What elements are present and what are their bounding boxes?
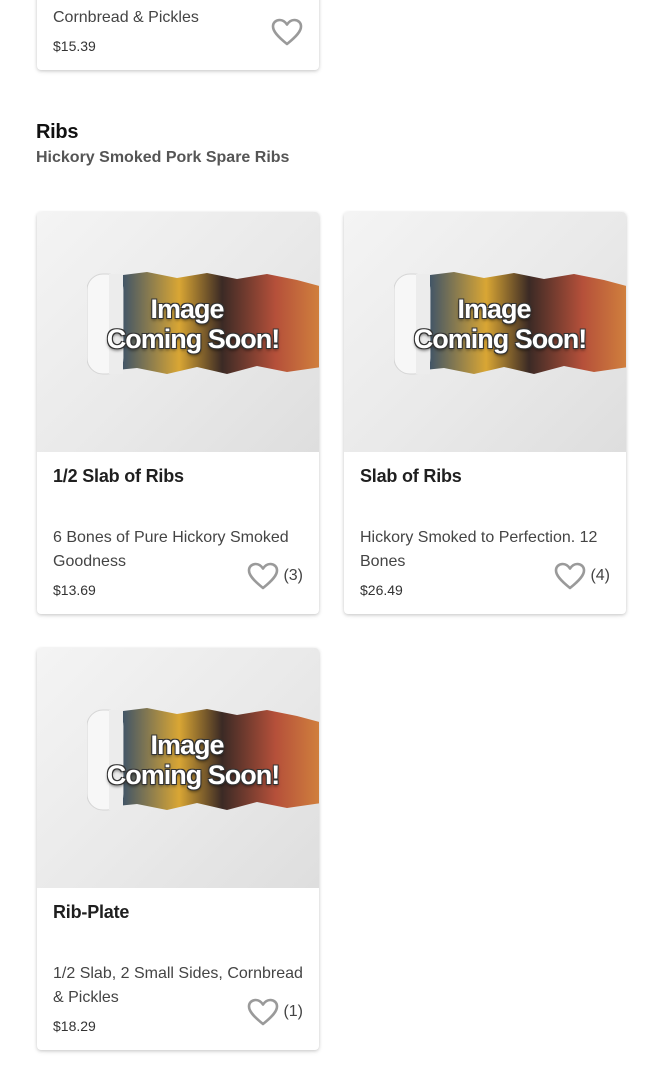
placeholder-text-line1: Image (457, 294, 531, 324)
favorite-button[interactable]: (4) (554, 562, 610, 590)
favorite-button[interactable] (271, 18, 303, 46)
placeholder-image: Image Coming Soon! (344, 212, 626, 452)
favorite-count: (3) (283, 567, 303, 584)
favorite-count: (1) (283, 1003, 303, 1020)
heart-outline-icon (555, 562, 586, 590)
favorite-button[interactable]: (3) (247, 562, 303, 590)
placeholder-text-line2: Coming Soon! (413, 324, 587, 354)
menu-item-description: Cornbread & Pickles (53, 9, 199, 26)
placeholder-text-line2: Coming Soon! (106, 324, 280, 354)
heart-outline-icon (248, 562, 279, 590)
heart-outline-icon (248, 998, 279, 1026)
menu-item-title: 1/2 Slab of Ribs (53, 466, 184, 486)
section-subtitle: Hickory Smoked Pork Spare Ribs (36, 149, 290, 166)
section-title: Ribs (36, 121, 79, 143)
menu-item-card-previous[interactable]: Cornbread & Pickles $15.39 (37, 0, 319, 70)
menu-item-title: Rib-Plate (53, 902, 130, 922)
menu-item-card[interactable]: Image Coming Soon! Rib-Plate 1/2 Slab, 2… (37, 648, 319, 1050)
favorite-button[interactable]: (1) (247, 998, 303, 1026)
menu-item-title: Slab of Ribs (360, 466, 462, 486)
heart-outline-icon (271, 18, 303, 46)
favorite-count: (4) (590, 567, 610, 584)
menu-item-price: $15.39 (53, 38, 96, 54)
placeholder-image: Image Coming Soon! (37, 212, 319, 452)
placeholder-image: Image Coming Soon! (37, 648, 319, 888)
placeholder-text-line1: Image (150, 730, 224, 760)
placeholder-text-line1: Image (150, 294, 224, 324)
menu-item-card[interactable]: Image Coming Soon! Slab of Ribs Hickory … (344, 212, 626, 614)
menu-item-card[interactable]: Image Coming Soon! 1/2 Slab of Ribs 6 Bo… (37, 212, 319, 614)
placeholder-text-line2: Coming Soon! (106, 760, 280, 790)
